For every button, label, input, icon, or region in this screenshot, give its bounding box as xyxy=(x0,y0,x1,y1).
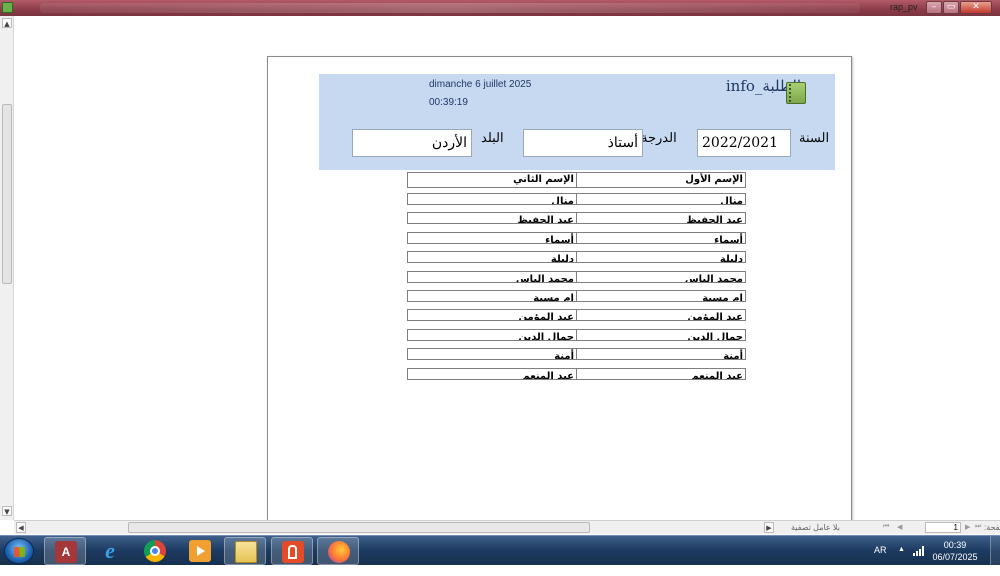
chrome-icon xyxy=(144,540,166,562)
rank-label: الدرجة xyxy=(641,131,677,146)
table-row: أسماء أسماء xyxy=(407,232,747,246)
internet-explorer-icon: e xyxy=(105,538,115,563)
vertical-scrollbar[interactable]: ▲ ▼ xyxy=(0,16,14,520)
maximize-button[interactable]: ▭ xyxy=(943,1,959,14)
table-row: دليلة دليلة xyxy=(407,251,747,265)
page-number-input[interactable]: 1 xyxy=(925,522,961,533)
table-row: أمنة أمنة xyxy=(407,348,747,362)
minimize-button[interactable]: – xyxy=(926,1,942,14)
cell-second-name: عبد المؤمن xyxy=(407,309,577,321)
notebook-icon xyxy=(786,82,806,104)
media-player-icon xyxy=(189,540,211,562)
tray-expand-icon[interactable]: ▲ xyxy=(898,546,905,576)
report-page: dimanche 6 juillet 2025 00:39:19 الطلبة_… xyxy=(267,56,852,526)
cell-second-name: عبد المنعم xyxy=(407,368,577,380)
column-header-second-name: الإسم الثاني xyxy=(407,172,577,188)
cell-first-name: جمال الدين xyxy=(576,329,746,341)
cell-second-name: محمد الياس xyxy=(407,271,577,283)
rank-field: أستاذ xyxy=(523,129,643,157)
prev-page-icon[interactable]: ◀ xyxy=(897,523,902,531)
taskbar-chrome[interactable] xyxy=(134,537,176,565)
table-row: ام مسية ام مسية xyxy=(407,290,747,304)
taskbar-access[interactable]: A xyxy=(44,537,86,565)
network-signal-icon[interactable] xyxy=(913,546,925,556)
cell-first-name: دليلة xyxy=(576,251,746,263)
blurred-title-area xyxy=(40,3,860,13)
report-date: dimanche 6 juillet 2025 xyxy=(429,79,532,90)
page-label: صفحة: xyxy=(984,523,1000,532)
cell-second-name: عبد الحفيظ xyxy=(407,212,577,224)
column-header-first-name: الإسم الأول xyxy=(576,172,746,188)
country-label: البلد xyxy=(481,131,504,146)
taskbar-internet-explorer[interactable]: e xyxy=(89,537,131,565)
window-title: rap_pv xyxy=(890,2,918,12)
cell-second-name: جمال الدين xyxy=(407,329,577,341)
cell-first-name: منال xyxy=(576,193,746,205)
taskbar-file-explorer[interactable] xyxy=(224,537,266,565)
clock-time: 00:39 xyxy=(943,540,967,550)
taskbar-media-player[interactable] xyxy=(179,537,221,565)
cell-first-name: محمد الياس xyxy=(576,271,746,283)
cell-first-name: أسماء xyxy=(576,232,746,244)
scroll-right-icon[interactable]: ▶ xyxy=(764,522,774,533)
cell-second-name: أمنة xyxy=(407,348,577,360)
acrobat-icon xyxy=(282,541,304,563)
taskbar-firefox[interactable] xyxy=(317,537,359,565)
cell-first-name: عبد المنعم xyxy=(576,368,746,380)
table-header-row: الإسم الأول الإسم الثاني xyxy=(407,172,747,188)
scroll-left-icon[interactable]: ◀ xyxy=(16,522,26,533)
table-row: منال منال xyxy=(407,193,747,207)
table-row: عبد المؤمن عبد المؤمن xyxy=(407,309,747,323)
vertical-scroll-thumb[interactable] xyxy=(2,104,12,284)
cell-first-name: ام مسية xyxy=(576,290,746,302)
table-row: عبد الحفيظ عبد الحفيظ xyxy=(407,212,747,226)
next-page-icon[interactable]: ▶ xyxy=(965,523,970,531)
cell-first-name: عبد الحفيظ xyxy=(576,212,746,224)
report-header: dimanche 6 juillet 2025 00:39:19 الطلبة_… xyxy=(319,74,835,170)
table-row: جمال الدين جمال الدين xyxy=(407,329,747,343)
cell-second-name: دليلة xyxy=(407,251,577,263)
horizontal-scrollbar[interactable]: ◀ ▶ بلا عامل تصفية ⏮ ◀ 1 ▶ ⏭ صفحة: xyxy=(14,520,1000,534)
start-button[interactable] xyxy=(4,538,34,564)
cell-second-name: ام مسية xyxy=(407,290,577,302)
year-label: السنة xyxy=(799,131,830,146)
report-time: 00:39:19 xyxy=(429,97,468,108)
folder-icon xyxy=(235,541,257,563)
year-field: 2022/2021 xyxy=(697,129,791,157)
filter-status[interactable]: بلا عامل تصفية xyxy=(791,523,840,532)
cell-first-name: أمنة xyxy=(576,348,746,360)
table-row: عبد المنعم عبد المنعم xyxy=(407,368,747,382)
access-icon: A xyxy=(55,541,77,563)
last-page-icon[interactable]: ⏭ xyxy=(975,523,981,531)
cell-second-name: منال xyxy=(407,193,577,205)
language-indicator[interactable]: AR xyxy=(874,545,887,575)
cell-second-name: أسماء xyxy=(407,232,577,244)
first-page-icon[interactable]: ⏮ xyxy=(883,523,889,531)
horizontal-scroll-thumb[interactable] xyxy=(128,522,590,533)
cell-first-name: عبد المؤمن xyxy=(576,309,746,321)
taskbar: A e AR ▲ 00:39 06/07/2025 xyxy=(0,535,1000,566)
record-navigation: بلا عامل تصفية ⏮ ◀ 1 ▶ ⏭ صفحة: xyxy=(789,521,1000,535)
clock-date: 06/07/2025 xyxy=(932,552,978,562)
scroll-up-icon[interactable]: ▲ xyxy=(2,18,12,28)
country-field: الأردن xyxy=(352,129,472,157)
table-row: محمد الياس محمد الياس xyxy=(407,271,747,285)
firefox-icon xyxy=(328,541,350,563)
window-title-bar[interactable]: rap_pv – ▭ ✕ xyxy=(0,0,1000,16)
show-desktop-button[interactable] xyxy=(990,536,1000,566)
close-button[interactable]: ✕ xyxy=(960,1,992,14)
scroll-down-icon[interactable]: ▼ xyxy=(2,506,12,516)
taskbar-acrobat[interactable] xyxy=(271,537,313,565)
app-icon xyxy=(2,2,13,13)
